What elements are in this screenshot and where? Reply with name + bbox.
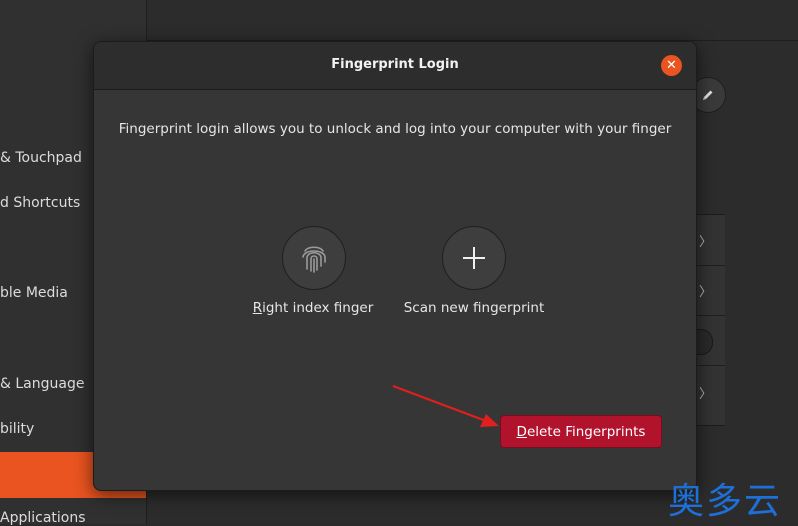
annotation-arrow <box>392 384 499 427</box>
watermark-logo: 奥多云 <box>668 481 783 522</box>
